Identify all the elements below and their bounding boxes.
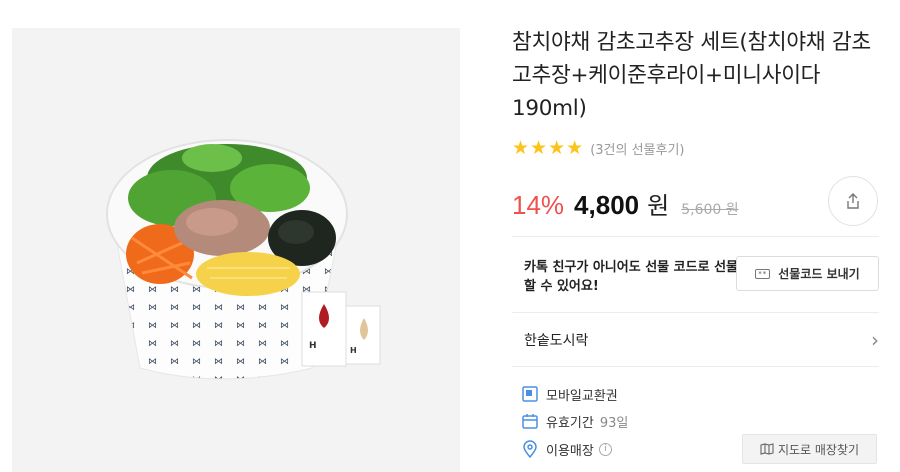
svg-text:H: H — [309, 341, 317, 351]
original-price: 5,600 원 — [681, 202, 739, 218]
location-pin-icon — [520, 439, 540, 459]
svg-text:H: H — [350, 346, 357, 355]
brand-link[interactable]: 한솥도시락 › — [524, 328, 879, 352]
price-unit: 원 — [647, 192, 670, 220]
price-row: 14% 4,800 원 5,600 원 — [512, 186, 739, 222]
star-icon: ★ — [548, 136, 566, 159]
divider — [512, 312, 879, 313]
find-store-map-label: 지도로 매장찾기 — [777, 442, 860, 457]
store-row: 이용매장 i — [520, 438, 612, 460]
brand-name: 한솥도시락 — [524, 333, 589, 349]
validity-label: 유효기간 — [546, 415, 594, 431]
chevron-right-icon: › — [871, 328, 879, 352]
share-icon — [847, 193, 859, 209]
store-label: 이용매장 — [546, 443, 594, 459]
rating-row[interactable]: ★ ★ ★ ★ (3건의 선물후기) — [512, 138, 685, 158]
gift-code-message: 카톡 친구가 아니어도 선물 코드로 선물 할 수 있어요! — [524, 260, 738, 294]
star-rating: ★ ★ ★ ★ — [512, 136, 584, 159]
send-gift-code-label: 선물코드 보내기 — [778, 267, 860, 281]
validity-value: 93일 — [599, 415, 629, 431]
star-icon: ★ — [512, 136, 530, 159]
info-icon[interactable]: i — [598, 442, 612, 456]
product-info-panel: 참치야채 감초고추장 세트(참치야채 감초고추장+케이준후라이+미니사이다190… — [512, 0, 880, 472]
validity-row: 유효기간 93일 — [520, 410, 628, 432]
send-gift-code-button[interactable]: ** 선물코드 보내기 — [736, 256, 879, 291]
calendar-icon — [520, 411, 540, 431]
divider — [512, 236, 879, 237]
product-image: ⋈ H H — [12, 28, 460, 472]
voucher-type-row: 모바일교환권 — [520, 383, 618, 405]
star-icon: ★ — [566, 136, 584, 159]
divider — [512, 366, 879, 367]
sale-price: 4,800 — [574, 190, 640, 220]
review-count-link[interactable]: (3건의 선물후기) — [590, 139, 684, 158]
product-title: 참치야채 감초고추장 세트(참치야채 감초고추장+케이준후라이+미니사이다190… — [512, 30, 871, 121]
voucher-type: 모바일교환권 — [546, 388, 618, 404]
discount-rate: 14% — [512, 190, 565, 220]
map-icon — [760, 443, 774, 455]
star-icon: ★ — [530, 136, 548, 159]
find-store-map-button[interactable]: 지도로 매장찾기 — [742, 434, 877, 464]
gift-code-icon: ** — [755, 268, 771, 279]
voucher-icon — [520, 384, 540, 404]
share-button[interactable] — [828, 176, 878, 226]
